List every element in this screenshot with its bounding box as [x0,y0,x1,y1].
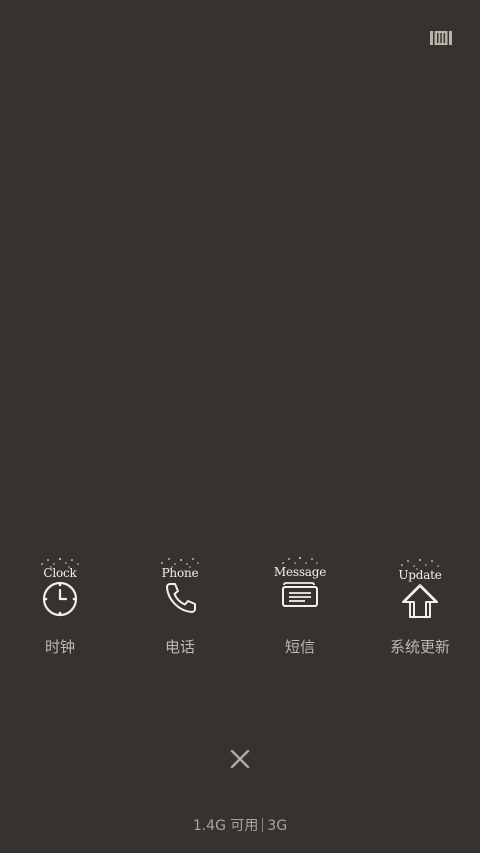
app-clock-icon-text: Clock [43,566,77,580]
app-phone-label: 电话 [164,638,195,656]
app-update-icon-wrap: Update [390,553,450,623]
memory-available: 1.4G 可用 [192,818,259,834]
message-icon [282,582,318,607]
memory-separator [262,818,264,832]
app-update[interactable]: Update 系统更新 [360,553,480,663]
app-clock-label: 时钟 [44,638,75,656]
memory-info: 1.4G 可用 3G [0,815,480,835]
app-message-icon-text: Message [273,565,327,579]
app-message-label: 短信 [284,638,315,656]
app-phone-icon-wrap: Phone [150,553,210,623]
app-clock-icon-wrap: Clock [30,553,90,623]
app-phone[interactable]: Phone 电话 [120,553,240,663]
app-message[interactable]: Message 短信 [240,553,360,663]
app-update-label: 系统更新 [389,638,450,656]
multiwindow-icon[interactable] [430,30,452,46]
close-all-button[interactable] [225,744,255,774]
update-icon [402,584,438,618]
app-update-icon-text: Update [398,568,442,582]
phone-icon [166,583,196,613]
app-phone-icon-text: Phone [161,566,199,580]
recent-apps-row: Clock 时钟 Phone 电话 Message 短信 Update 系统更新 [0,553,480,663]
app-message-icon-wrap: Message [270,553,330,623]
clock-icon [42,581,78,617]
memory-total: 3G [267,818,288,834]
app-clock[interactable]: Clock 时钟 [0,553,120,663]
